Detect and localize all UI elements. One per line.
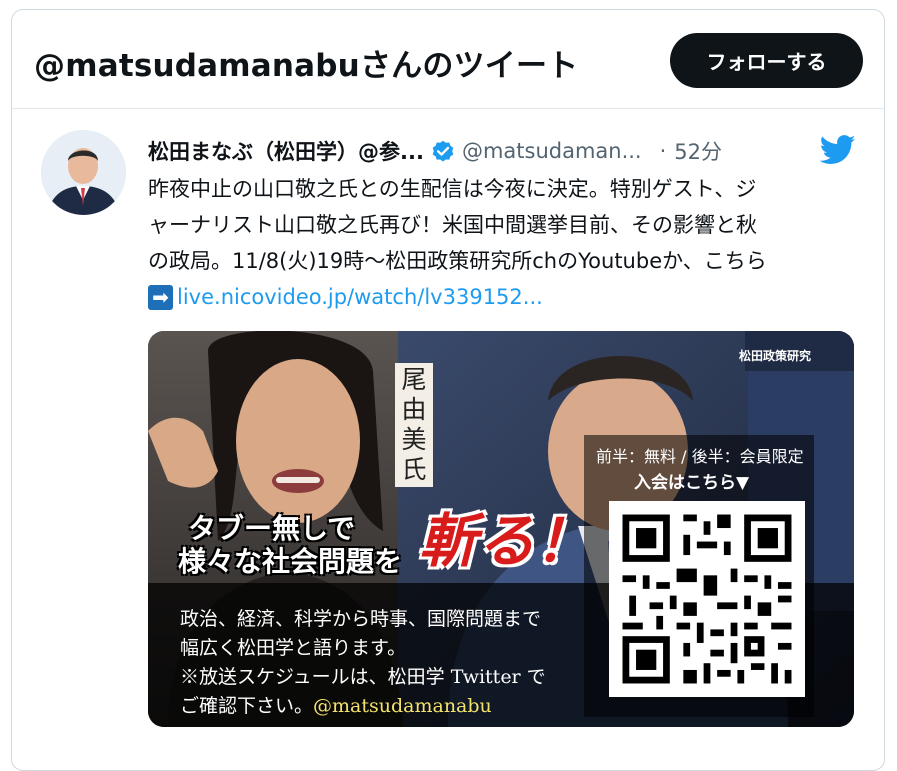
tweet-timestamp[interactable]: 52分 (674, 136, 722, 166)
guest-name-vertical: 尾由美氏 (395, 363, 433, 487)
tweet-text: 昨夜中止の山口敬之氏との生配信は今夜に決定。特別ゲスト、ジ ャーナリスト山口敬之… (148, 171, 858, 315)
qr-caption-line1: 前半：無料 / 後半：会員限定 (596, 447, 804, 466)
follow-button[interactable]: フォローする (670, 33, 863, 88)
media-band-line: 政治、経済、科学から時事、国際問題まで (180, 608, 542, 630)
qr-caption-line2: 入会はこちら▼ (634, 473, 750, 493)
tweet-media-image[interactable]: 尾由美氏 松田政策研究 タブー無しで 様々な社会問題を 斬る！ 政治、経済、科学… (148, 331, 854, 727)
tweet-text-line: ャーナリスト山口敬之氏再び！米国中間選挙目前、その影響と秋 (148, 213, 757, 237)
media-band-line: ※放送スケジュールは、松田学 Twitter で (180, 666, 546, 688)
verified-badge-icon (430, 138, 456, 164)
tweet-link-line: ➡ live.nicovideo.jp/watch/lv339152... (148, 279, 858, 315)
right-arrow-emoji-icon: ➡ (148, 284, 173, 310)
corner-logo-text: 松田政策研究 (739, 349, 812, 363)
widget-header: @matsudamanabuさんのツイート フォローする (12, 10, 884, 109)
tweet-embed-widget: @matsudamanabuさんのツイート フォローする 松田まなぶ（松田学）@… (11, 9, 885, 771)
tweet-text-line: の政局。11/8(火)19時〜松田政策研究所chのYoutubeか、こちら (148, 249, 767, 273)
twitter-bird-icon[interactable] (819, 135, 856, 165)
media-band-handle: @matsudamanabu (313, 695, 492, 717)
tweet-link[interactable]: live.nicovideo.jp/watch/lv339152... (177, 279, 543, 315)
media-band-line: 幅広く松田学と語ります。 (180, 637, 407, 659)
avatar[interactable] (41, 130, 126, 215)
tweet-meta: 松田まなぶ（松田学）@参... @matsudaman... · 52分 (148, 136, 722, 166)
author-handle[interactable]: @matsudaman... (462, 139, 642, 163)
avatar-photo (41, 130, 126, 215)
widget-title: @matsudamanabuさんのツイート (34, 48, 579, 84)
qr-code-icon (609, 501, 805, 697)
media-band-line: ご確認下さい。@matsudamanabu (180, 691, 492, 718)
media-caption-line2: 様々な社会問題を (178, 545, 403, 578)
meta-separator: · (659, 139, 667, 163)
author-name[interactable]: 松田まなぶ（松田学）@参... (148, 136, 424, 166)
media-slash-headline: 斬る！ (419, 507, 594, 575)
tweet-text-line: 昨夜中止の山口敬之氏との生配信は今夜に決定。特別ゲスト、ジ (148, 177, 757, 201)
media-band-prefix: ご確認下さい。 (180, 695, 314, 717)
